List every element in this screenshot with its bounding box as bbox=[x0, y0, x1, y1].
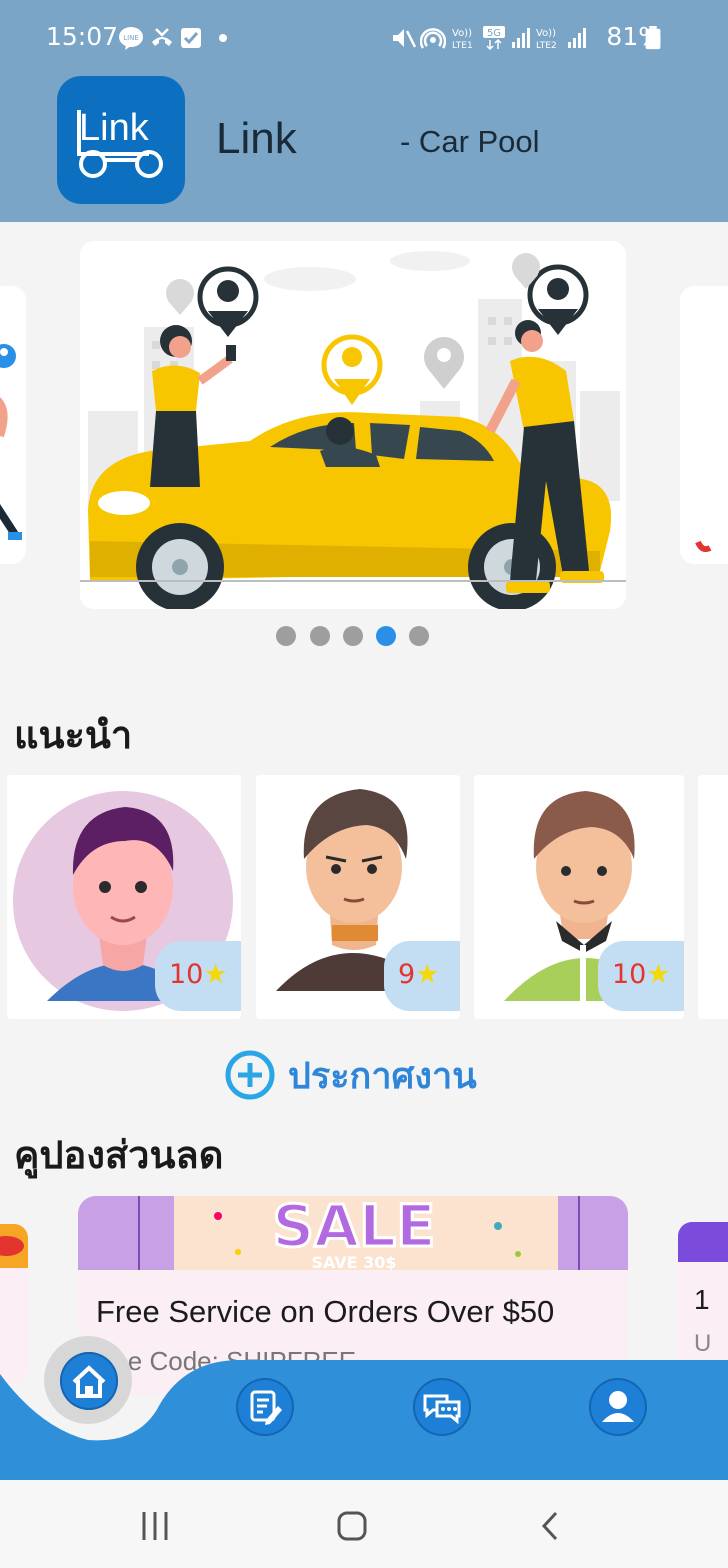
recent-apps-icon[interactable] bbox=[140, 1510, 170, 1542]
checkbox-notification-icon bbox=[181, 28, 201, 48]
rating-value: 10 bbox=[169, 959, 204, 990]
coupon-next-banner-icon bbox=[678, 1222, 728, 1262]
nav-home-button[interactable] bbox=[60, 1352, 118, 1410]
app-header: 15:07 LINE Vo)) LTE1 5G Vo)) LTE2 81% Li… bbox=[0, 0, 728, 222]
rating-badge: 10★ bbox=[598, 941, 684, 1011]
volte1-icon: Vo)) LTE1 bbox=[452, 28, 473, 50]
mute-icon bbox=[393, 29, 416, 48]
carousel-slide-prev[interactable] bbox=[0, 286, 26, 564]
prev-slide-illustration-icon bbox=[0, 344, 22, 540]
carousel-dot-1[interactable] bbox=[276, 626, 296, 646]
app-root: 15:07 LINE Vo)) LTE1 5G Vo)) LTE2 81% Li… bbox=[0, 0, 728, 1568]
nav-profile-button[interactable] bbox=[589, 1378, 647, 1436]
app-subtitle: - Car Pool bbox=[400, 124, 540, 159]
5g-icon: 5G bbox=[483, 26, 505, 50]
svg-text:LINE: LINE bbox=[123, 34, 139, 42]
rating-badge: 10★ bbox=[155, 941, 241, 1011]
carousel-slide-next[interactable] bbox=[680, 286, 728, 564]
sale-banner-icon: SALE SAVE 30$ bbox=[78, 1196, 628, 1272]
missed-call-icon bbox=[152, 28, 172, 46]
volte2-icon: Vo)) LTE2 bbox=[536, 28, 557, 50]
rating-value: 10 bbox=[612, 959, 647, 990]
chat-bubbles-icon bbox=[423, 1394, 461, 1425]
signal1-icon bbox=[512, 28, 530, 48]
more-dot-icon bbox=[219, 34, 227, 42]
star-icon: ★ bbox=[646, 959, 671, 990]
rating-badge: 9★ bbox=[384, 941, 460, 1011]
hotspot-icon bbox=[420, 28, 446, 49]
home-icon bbox=[72, 1365, 106, 1398]
plus-circle-icon bbox=[225, 1050, 275, 1100]
carousel-slide-active[interactable] bbox=[80, 241, 626, 609]
carousel-dot-5[interactable] bbox=[409, 626, 429, 646]
battery-icon bbox=[645, 26, 661, 50]
app-title: Link bbox=[216, 114, 297, 163]
status-time: 15:07 bbox=[46, 22, 119, 51]
recommend-section-title: แนะนำ bbox=[14, 713, 133, 757]
driver-card-3[interactable]: 10★ bbox=[474, 775, 684, 1019]
svg-text:5G: 5G bbox=[487, 28, 501, 39]
nav-tasks-button[interactable] bbox=[236, 1378, 294, 1436]
link-logo-icon: Link bbox=[77, 107, 163, 178]
edit-document-icon bbox=[250, 1390, 282, 1425]
svg-text:Vo)): Vo)) bbox=[452, 28, 472, 39]
sale-banner-subtext: SAVE 30$ bbox=[311, 1253, 396, 1270]
svg-text:LTE2: LTE2 bbox=[536, 41, 557, 50]
svg-text:LTE1: LTE1 bbox=[452, 41, 473, 50]
nav-chat-button[interactable] bbox=[413, 1378, 471, 1436]
carousel-dot-3[interactable] bbox=[343, 626, 363, 646]
next-slide-illustration-icon bbox=[695, 540, 712, 553]
driver-card-1[interactable]: 10★ bbox=[7, 775, 241, 1019]
post-job-button[interactable]: ประกาศงาน bbox=[224, 1048, 477, 1102]
coupons-section-title: คูปองส่วนลด bbox=[14, 1133, 224, 1177]
logo-text: Link bbox=[79, 107, 150, 149]
carousel-dot-4[interactable] bbox=[376, 626, 396, 646]
sale-banner-text: SALE bbox=[272, 1196, 435, 1260]
signal2-icon bbox=[568, 28, 586, 48]
star-icon: ★ bbox=[415, 959, 440, 990]
coupon-banner: SALE SAVE 30$ bbox=[78, 1196, 628, 1272]
post-job-label: ประกาศงาน bbox=[288, 1055, 477, 1097]
user-icon bbox=[602, 1391, 634, 1422]
status-bar: 15:07 LINE Vo)) LTE1 5G Vo)) LTE2 81% bbox=[0, 18, 728, 62]
star-icon: ★ bbox=[203, 959, 228, 990]
system-navigation-bar bbox=[0, 1480, 728, 1568]
coupon-title: Free Service on Orders Over $50 bbox=[96, 1294, 555, 1329]
app-logo: Link bbox=[57, 76, 185, 204]
line-notification-icon: LINE bbox=[119, 27, 143, 50]
driver-card-4-peek[interactable] bbox=[698, 775, 728, 1019]
car-pool-illustration-icon bbox=[80, 241, 626, 609]
back-icon[interactable] bbox=[538, 1510, 562, 1542]
home-system-icon[interactable] bbox=[336, 1510, 368, 1542]
driver-card-2[interactable]: 9★ bbox=[256, 775, 460, 1019]
coupon-next-title: 1 bbox=[694, 1284, 710, 1315]
coupon-next-subtitle: U bbox=[694, 1330, 712, 1357]
carousel-dot-2[interactable] bbox=[310, 626, 330, 646]
svg-text:Vo)): Vo)) bbox=[536, 28, 556, 39]
rating-value: 9 bbox=[398, 959, 416, 990]
